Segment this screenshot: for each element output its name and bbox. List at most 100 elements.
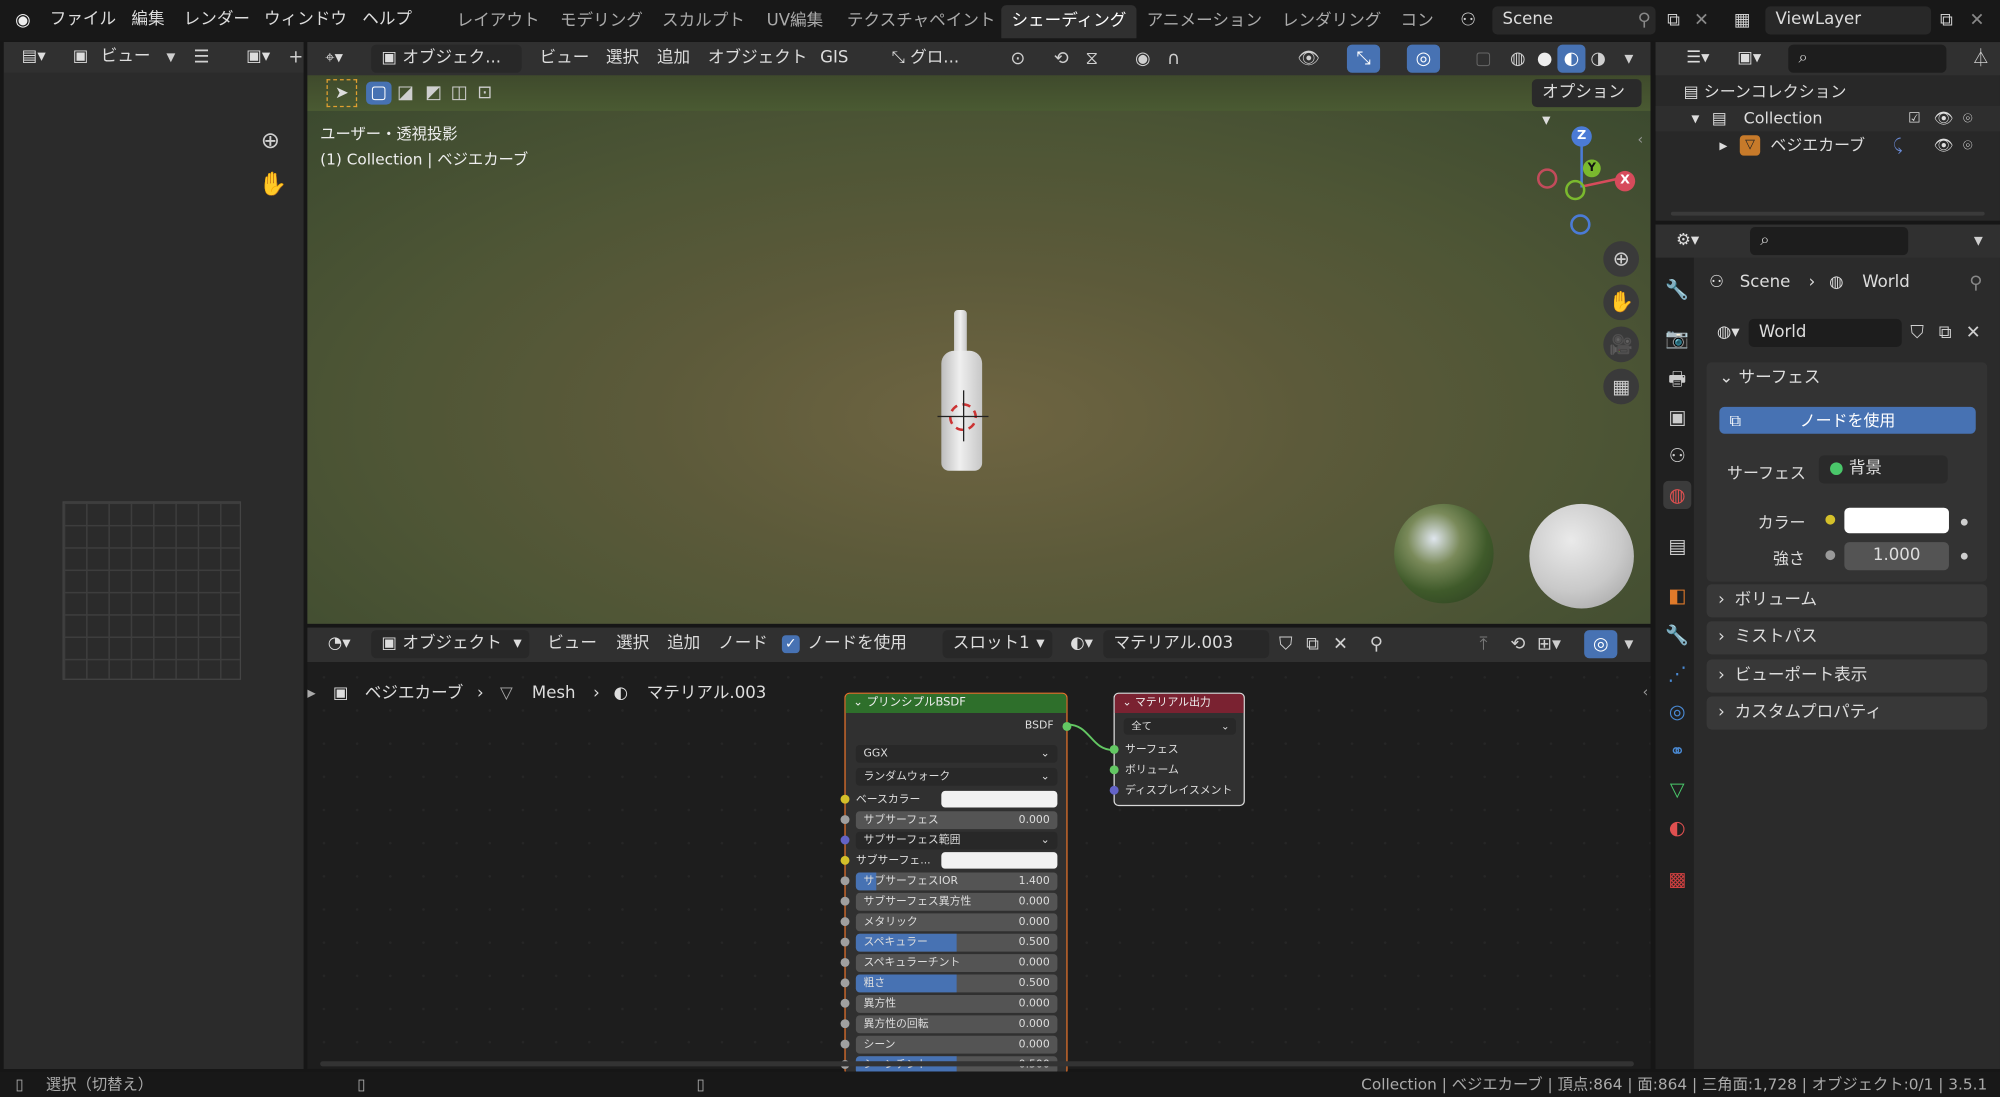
viewport-display-panel-header[interactable]: › ビューポート表示 [1706,659,1988,693]
gizmo-neg-x-icon[interactable] [1536,168,1558,189]
eye-icon[interactable]: 👁 [1934,106,1954,132]
xray-icon[interactable]: ▢ [1472,47,1495,70]
hand-icon[interactable]: ✋ [259,173,288,196]
tab-sculpt[interactable]: スカルプト [652,5,755,38]
unlink-material-icon[interactable]: ✕ [1329,633,1352,656]
snap-mode-icon[interactable]: ⊞▾ [1537,633,1561,656]
outliner-scrollbar[interactable] [1670,211,1985,216]
color-swatch[interactable] [1844,507,1949,534]
bsdf-input-socket[interactable] [840,917,850,927]
bsdf-node-header[interactable]: ⌄ プリンシプルBSDF [845,693,1067,714]
bsdf-input-socket[interactable] [840,835,850,845]
editor-type-button[interactable]: ⌖▾ [318,45,351,73]
displacement-input-socket[interactable] [1109,785,1119,795]
sidebar-toggle-icon[interactable]: ▸ [307,681,320,707]
editor-type-button[interactable]: ⚙▾ [1668,227,1707,255]
viewport-3d[interactable]: ⌖▾ ▣ オブジェク... ビュー 選択 追加 オブジェクト GIS ⤡ グロ.… [307,42,1652,624]
falloff-icon[interactable]: ∩ [1162,47,1185,70]
hamburger-menu-icon[interactable]: ☰ [190,46,213,69]
bsdf-input-socket[interactable] [840,1019,850,1029]
solid-shading-icon[interactable]: ● [1533,47,1556,70]
pin-icon[interactable]: ⚲ [1365,633,1388,656]
render-tab-icon[interactable]: 📷 [1663,324,1691,352]
view-menu[interactable]: ビュー [93,43,158,71]
bsdf-input-field[interactable]: スペキュラー 0.500 [855,933,1058,952]
hand-icon[interactable]: ✋ [1603,284,1640,321]
bsdf-input-field[interactable]: 異方性の回転 0.000 [855,1015,1058,1034]
outliner-search-input[interactable]: ⌕ [1788,44,1947,73]
fake-user-shield-icon[interactable]: ⛉ [1274,633,1297,656]
chevron-right-icon[interactable]: ▸ [1719,133,1727,159]
bsdf-input-socket[interactable] [840,1039,850,1049]
view-layer-tab-icon[interactable]: ▣ [1663,403,1691,431]
bsdf-color-swatch[interactable] [941,852,1058,869]
viewport-menu-object[interactable]: オブジェクト [700,45,815,73]
bsdf-input-socket[interactable] [840,876,850,886]
bsdf-input-field[interactable]: サブサーフェス異方性 0.000 [855,892,1058,911]
chevron-left-icon[interactable]: ‹ [1629,129,1652,152]
tab-modeling[interactable]: モデリング [550,5,653,38]
material-output-node[interactable]: ⌄ マテリアル出力 全て ⌄ サーフェス ボリューム ディスプレイスメント [1109,692,1245,807]
select-extend-icon[interactable]: ◪ [394,82,417,105]
color-socket-icon[interactable]: ● [1819,509,1842,532]
select-tool-button[interactable]: ➤ [326,79,358,108]
mode-select[interactable]: ▣ オブジェク... [371,44,522,73]
bsdf-input-socket[interactable] [840,937,850,947]
proportional-edit-icon[interactable]: ◉ [1131,47,1154,70]
bottle-object[interactable] [940,309,983,473]
blender-logo-icon[interactable]: ◉ [11,9,34,32]
menu-help[interactable]: ヘルプ [362,0,412,41]
bsdf-input-field[interactable]: 異方性 0.000 [855,994,1058,1013]
rendered-shading-icon[interactable]: ◑ [1587,47,1610,70]
chevron-left-icon[interactable]: ‹ [1634,681,1657,704]
select-invert-icon[interactable]: ◫ [448,82,471,105]
select-box-icon[interactable]: ▢ [366,81,392,105]
data-tab-icon[interactable]: ▽ [1663,776,1691,804]
tab-rendering[interactable]: レンダリング [1272,5,1392,38]
outliner-collection-row[interactable]: ▾ ▤ Collection ☑ 👁 ⌾ [1655,105,2000,132]
unlink-world-icon[interactable]: ✕ [1962,321,1985,344]
keyframe-dot-icon[interactable]: ● [1953,545,1976,568]
outliner-object-row[interactable]: ▸ ▽ ベジエカーブ ⤹ 👁 ⌾ [1656,133,2000,159]
new-view-layer-icon[interactable]: ⧉ [1935,9,1958,32]
tab-animation[interactable]: アニメーション [1136,5,1272,38]
tool-tab-icon[interactable]: 🔧 [1663,276,1691,304]
value-socket-icon[interactable]: ● [1819,545,1842,568]
bsdf-input-field[interactable]: サブサーフェスIOR 1.400 [855,872,1058,891]
new-scene-icon[interactable]: ⧉ [1662,9,1685,32]
image-icon[interactable]: ▣ [65,43,96,71]
node-menu-select[interactable]: 選択 [608,630,656,658]
object-tab-icon[interactable]: ◧ [1663,582,1691,610]
strength-field[interactable]: 1.000 [1844,542,1949,571]
close-icon[interactable]: ✕ [1690,9,1713,32]
shader-type-select[interactable]: ▣ オブジェクト ▾ [371,630,530,659]
visibility-icon[interactable]: 👁 [1297,47,1320,70]
transform-orientation[interactable]: ⤡ グロ... [881,44,992,73]
view-layer-field[interactable]: ViewLayer [1765,6,1932,35]
slot-select[interactable]: スロット1 ▾ [942,630,1053,659]
bsdf-input-dropdown[interactable]: サブサーフェス範囲 ⌄ [855,831,1058,850]
scene-field[interactable]: Scene [1492,6,1656,35]
bsdf-input-socket[interactable] [840,998,850,1008]
chevron-down-icon[interactable]: ▾ [1967,230,1990,253]
options-dropdown[interactable]: オプション ▾ [1531,79,1642,130]
bsdf-input-field[interactable]: シーン 0.000 [855,1035,1058,1054]
physics-tab-icon[interactable]: ◎ [1663,698,1691,726]
fake-user-shield-icon[interactable]: ⛉ [1906,321,1929,344]
eye-icon[interactable]: 👁 [1934,133,1954,159]
output-node-header[interactable]: ⌄ マテリアル出力 [1114,693,1244,714]
camera-icon[interactable]: ⌾ [1963,106,1973,132]
hdri-preview-sphere[interactable] [1394,503,1494,604]
surface-panel-header[interactable]: ⌄ サーフェス [1707,362,1988,395]
bsdf-input-socket[interactable] [840,855,850,865]
properties-search-input[interactable]: ⌕ [1749,227,1909,256]
node-menu-node[interactable]: ノード [710,630,775,658]
browse-image-button[interactable]: ▣▾ [239,43,278,71]
tab-shading[interactable]: シェーディング [1001,5,1137,39]
parent-node-tree-icon[interactable]: ⤒ [1472,633,1495,656]
pivot-icon[interactable]: ⊙ [1006,47,1029,70]
editor-type-button[interactable]: ◔▾ [320,630,358,658]
subsurface-method-dropdown[interactable]: ランダムウォーク ⌄ [855,767,1058,786]
tab-layout[interactable]: レイアウト [446,5,549,38]
duplicate-world-icon[interactable]: ⧉ [1934,321,1957,344]
